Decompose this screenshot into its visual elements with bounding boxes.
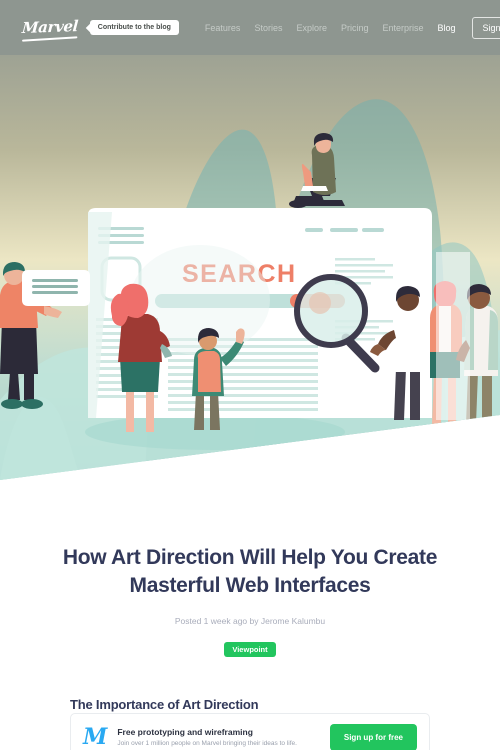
nav-link-blog[interactable]: Blog	[438, 23, 456, 33]
post-meta: Posted 1 week ago by Jerome Kalumbu	[174, 615, 326, 626]
hero-artwork: SEARCH	[0, 0, 500, 480]
marvel-logo[interactable]: Marvel	[21, 16, 79, 41]
top-navigation-bar: Marvel Contribute to the blog Features S…	[0, 0, 500, 55]
card-header-dashes	[305, 228, 384, 232]
nav-link-enterprise[interactable]: Enterprise	[382, 23, 423, 33]
marvel-m-icon: M	[83, 724, 108, 750]
figure-pointing-vest	[197, 351, 221, 392]
page-title: How Art Direction Will Help You Create M…	[62, 546, 438, 597]
side-panel	[436, 252, 470, 420]
badge-row: Viewpoint	[0, 639, 500, 657]
nav-link-pricing[interactable]: Pricing	[341, 23, 369, 33]
signup-cta-card: M Free prototyping and wireframing Join …	[70, 713, 430, 750]
contribute-label: Contribute to the blog	[97, 24, 171, 31]
nav-auth-buttons: Sign In Sign Up	[471, 16, 500, 39]
contribute-to-blog-pill[interactable]: Contribute to the blog	[89, 20, 179, 35]
section-heading: The Importance of Art Direction	[70, 696, 259, 712]
figure-a-top	[392, 308, 428, 372]
speech-card-left	[22, 270, 90, 306]
nav-link-stories[interactable]: Stories	[254, 23, 282, 33]
cta-text-block: Free prototyping and wireframing Join ov…	[117, 727, 330, 747]
marvel-logo-text: Marvel	[21, 16, 79, 37]
status-badge[interactable]: Viewpoint	[224, 641, 276, 657]
sign-up-for-free-button[interactable]: Sign up for free	[329, 723, 417, 750]
laptop	[301, 186, 328, 191]
cta-subtitle: Join over 1 million people on Marvel bri…	[117, 740, 297, 747]
nav-link-explore[interactable]: Explore	[296, 23, 327, 33]
figure-legs	[292, 196, 326, 206]
sign-in-button[interactable]: Sign In	[471, 16, 500, 39]
cta-title: Free prototyping and wireframing	[117, 727, 253, 737]
hero-illustration: SEARCH	[0, 0, 500, 500]
brand-area: Marvel Contribute to the blog	[21, 16, 179, 41]
figure-skirt	[120, 358, 160, 392]
blog-post-page: SEARCH Marvel Contribute to the blog Fea…	[0, 0, 500, 750]
nav-links: Features Stories Explore Pricing Enterpr…	[205, 23, 456, 33]
nav-link-features[interactable]: Features	[205, 23, 241, 33]
article-section: How Art Direction Will Help You Create M…	[0, 500, 500, 712]
figure-left-trousers	[0, 320, 38, 374]
